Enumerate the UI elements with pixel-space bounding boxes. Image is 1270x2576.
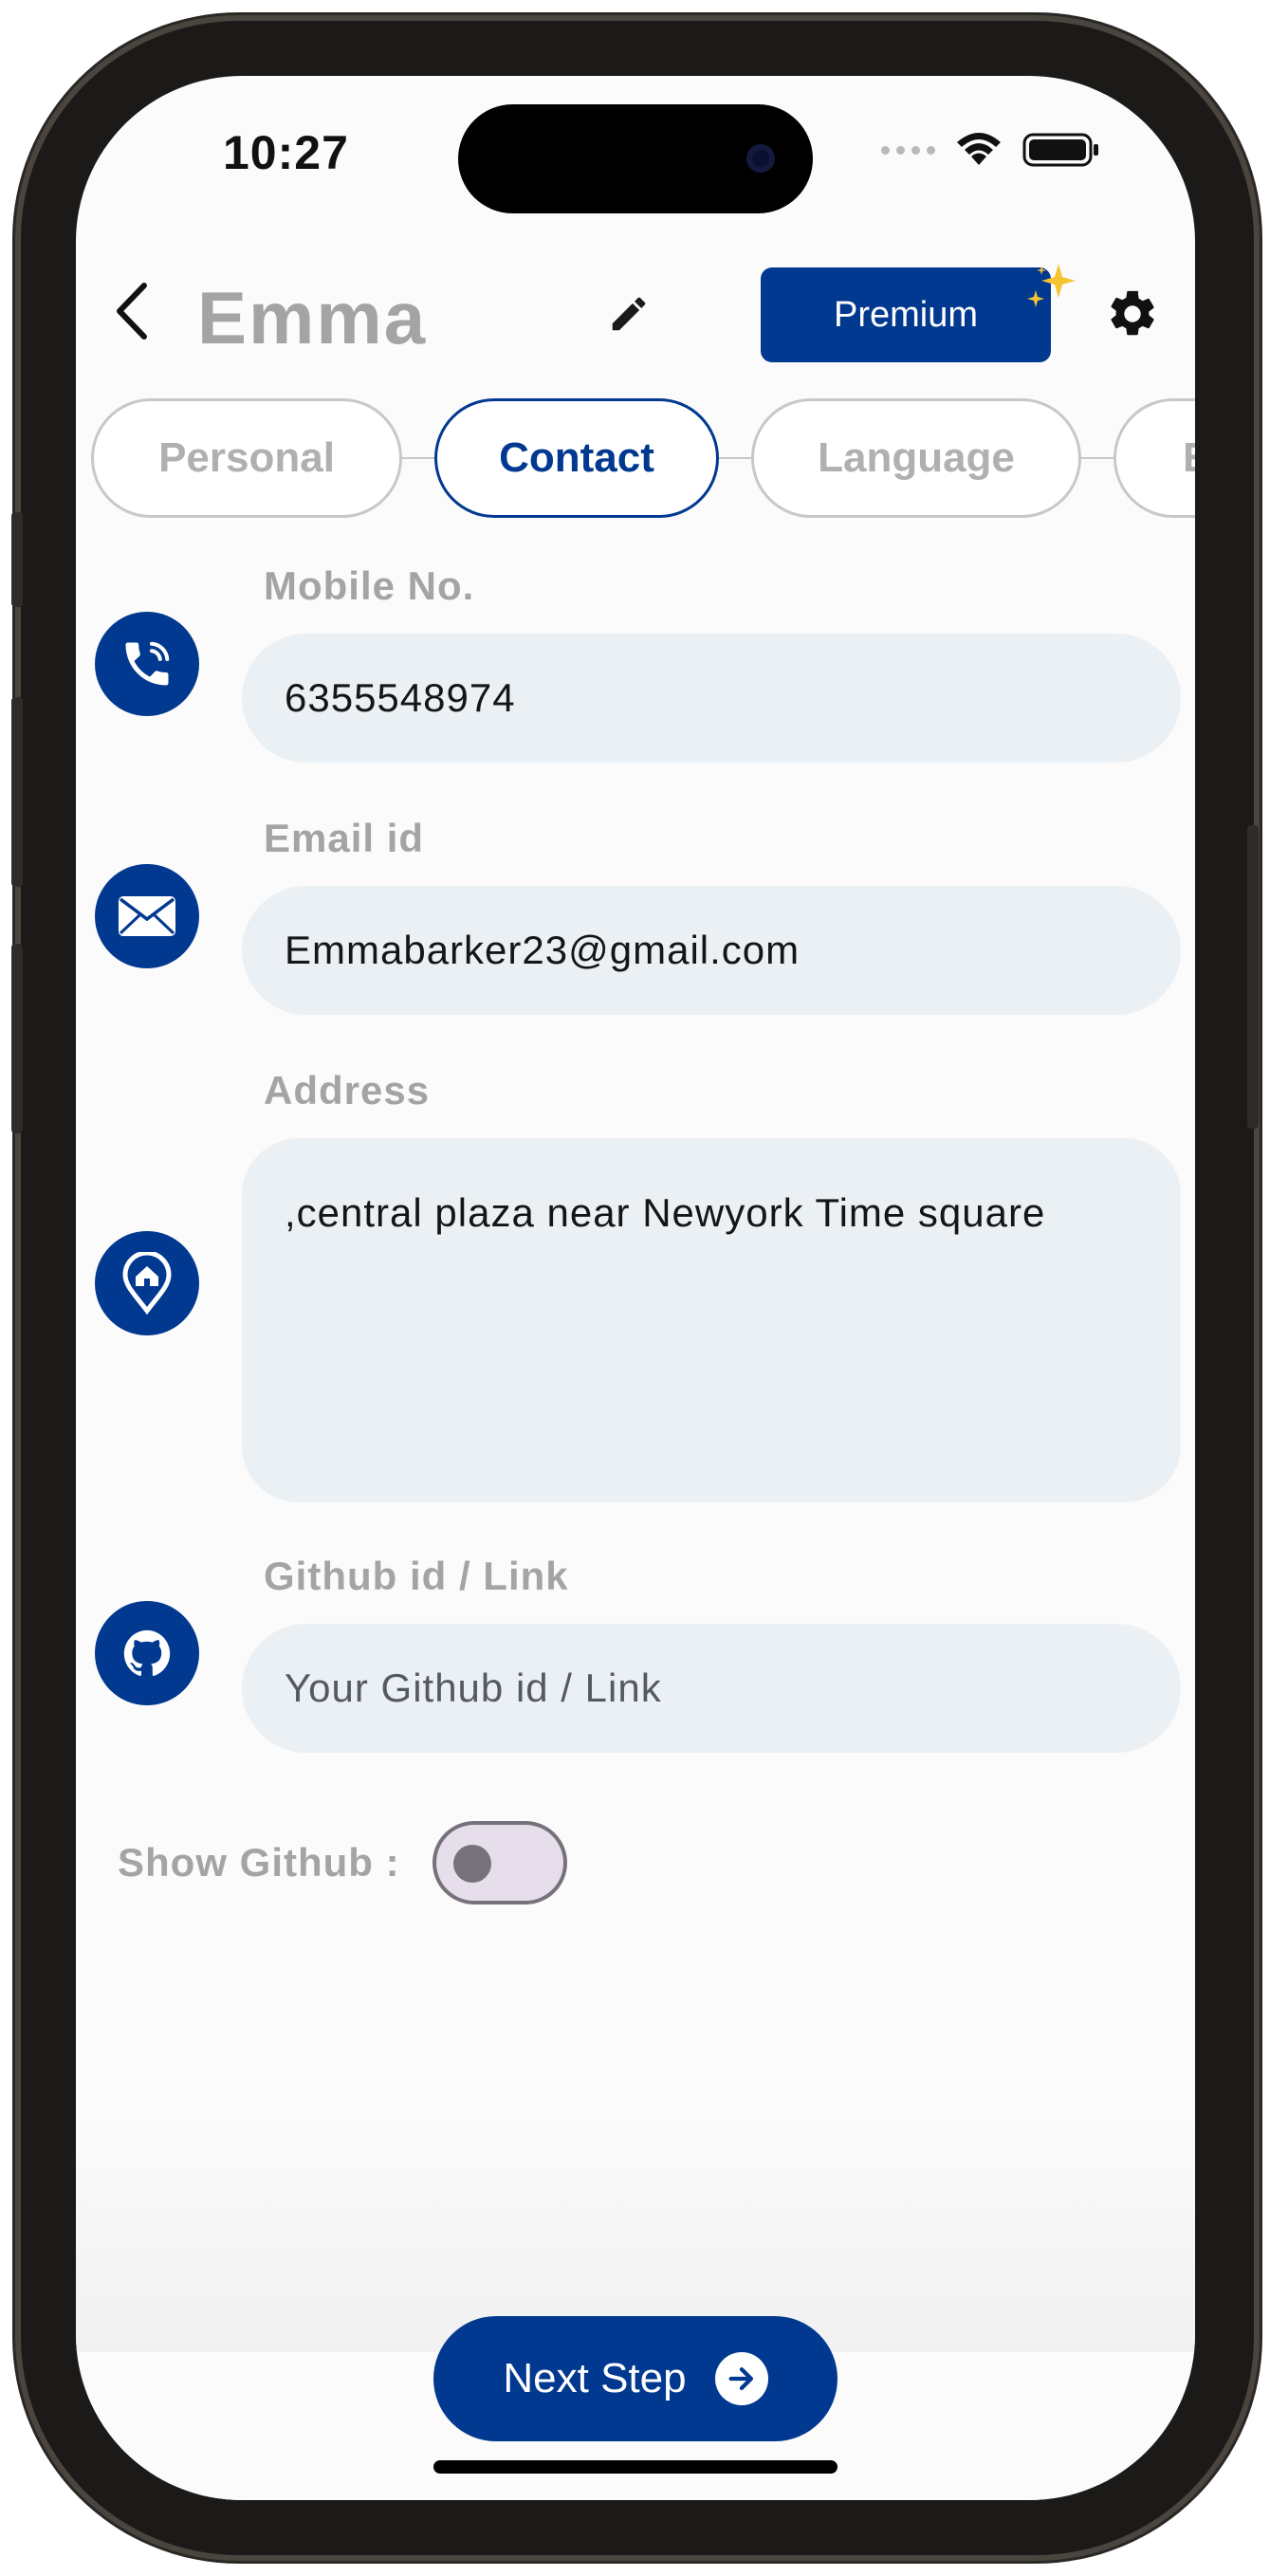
camera-icon xyxy=(746,144,775,173)
tab-personal[interactable]: Personal xyxy=(91,398,402,518)
github-label: Github id / Link xyxy=(264,1554,569,1598)
tab-contact[interactable]: Contact xyxy=(434,398,719,518)
tab-connector xyxy=(402,457,434,459)
step-tabs: Personal Contact Language E xyxy=(91,398,1195,518)
gear-icon xyxy=(1111,290,1154,336)
address-label: Address xyxy=(264,1068,431,1113)
power-button xyxy=(1247,825,1259,1129)
next-step-button[interactable]: Next Step xyxy=(433,2316,837,2441)
phone-icon xyxy=(95,612,199,716)
tab-next-partial[interactable]: E xyxy=(1114,398,1195,518)
email-label: Email id xyxy=(264,816,425,860)
phone-glyph xyxy=(125,641,170,686)
settings-button[interactable] xyxy=(1105,286,1160,346)
octocat-glyph xyxy=(123,1629,171,1676)
volume-up-button xyxy=(11,697,23,887)
address-value: ,central plaza near Newyork Time square xyxy=(285,1190,1046,1235)
cellular-signal-icon xyxy=(881,145,935,155)
arrow-glyph xyxy=(728,2366,753,2391)
github-input[interactable]: Your Github id / Link xyxy=(242,1624,1181,1753)
action-button xyxy=(11,512,23,607)
envelope-glyph xyxy=(119,896,175,936)
home-location-icon xyxy=(95,1231,199,1335)
show-github-label: Show Github : xyxy=(118,1840,400,1885)
pencil-icon xyxy=(612,297,646,331)
arrow-right-icon xyxy=(714,2352,768,2405)
next-step-label: Next Step xyxy=(503,2355,687,2401)
email-input[interactable]: Emmabarker23@gmail.com xyxy=(242,886,1181,1015)
pin-glyph xyxy=(122,1252,172,1315)
address-input[interactable]: ,central plaza near Newyork Time square xyxy=(242,1138,1181,1502)
tab-label: Contact xyxy=(499,434,654,481)
volume-down-button xyxy=(11,944,23,1133)
tab-label: Language xyxy=(818,434,1015,481)
status-icons xyxy=(881,131,1100,169)
mobile-value: 6355548974 xyxy=(285,675,516,720)
home-indicator[interactable] xyxy=(433,2460,837,2474)
tab-label: Personal xyxy=(158,434,335,481)
screen: 10:27 Emma Premium Personal Contact Lang… xyxy=(76,76,1195,2500)
tab-label: E xyxy=(1183,434,1195,482)
sparkle-icon xyxy=(1027,264,1076,307)
back-button[interactable] xyxy=(112,273,169,349)
mobile-input[interactable]: 6355548974 xyxy=(242,634,1181,763)
wifi-icon xyxy=(957,133,1001,165)
github-icon xyxy=(95,1601,199,1705)
toggle-knob xyxy=(453,1845,491,1883)
tab-connector xyxy=(719,457,751,459)
github-placeholder: Your Github id / Link xyxy=(285,1665,662,1710)
mail-icon xyxy=(95,864,199,968)
show-github-toggle[interactable] xyxy=(433,1821,567,1904)
mobile-label: Mobile No. xyxy=(264,563,475,608)
status-time: 10:27 xyxy=(223,126,349,179)
email-value: Emmabarker23@gmail.com xyxy=(285,928,801,972)
tab-connector xyxy=(1081,457,1114,459)
tab-language[interactable]: Language xyxy=(751,398,1081,518)
premium-button[interactable]: Premium xyxy=(761,267,1051,362)
chevron-left-icon xyxy=(117,283,147,340)
dynamic-island xyxy=(458,104,813,213)
battery-icon xyxy=(1022,133,1098,167)
page-title: Emma xyxy=(197,276,428,359)
edit-name-button[interactable] xyxy=(607,292,651,340)
